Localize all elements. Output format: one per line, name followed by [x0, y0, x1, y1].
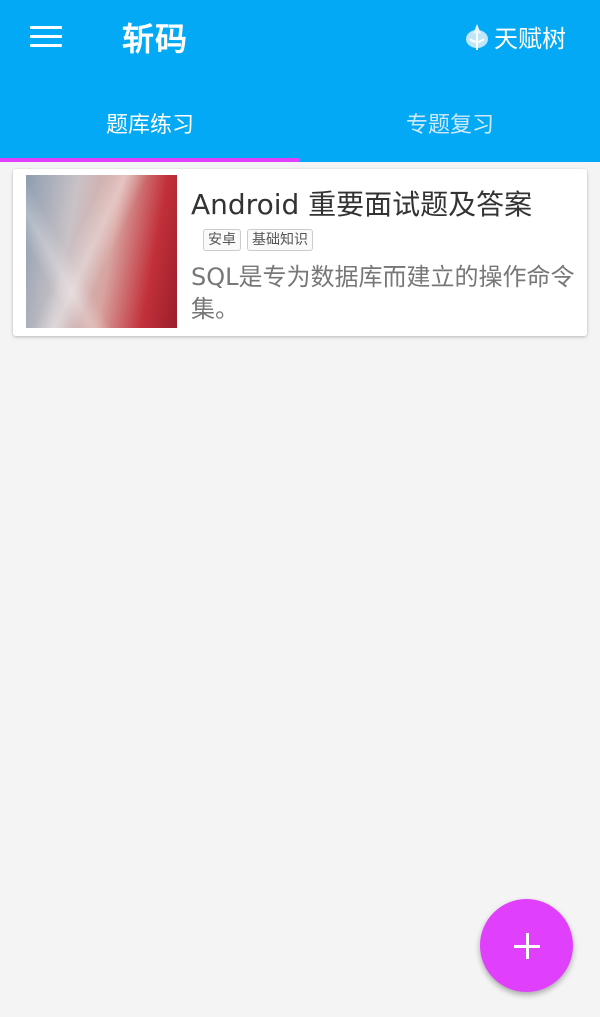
app-bar: 斩码 天赋树 题库练习 专题复习	[0, 0, 600, 162]
add-button[interactable]	[480, 899, 573, 992]
plus-icon	[513, 932, 540, 959]
tree-icon	[466, 24, 488, 50]
menu-button[interactable]	[22, 18, 70, 54]
app-title: 斩码	[122, 20, 189, 58]
card-title: Android 重要面试题及答案	[191, 188, 533, 221]
talent-tree-button[interactable]: 天赋树	[464, 18, 566, 54]
card-description: SQL是专为数据库而建立的操作命令集。	[191, 263, 575, 323]
tab-question-bank[interactable]: 题库练习	[0, 84, 300, 162]
tag: 安卓	[203, 229, 241, 251]
tag-list: 安卓 基础知识	[203, 229, 313, 251]
tab-label: 专题复习	[405, 113, 494, 138]
tab-topic-review[interactable]: 专题复习	[300, 84, 600, 162]
menu-icon	[30, 25, 62, 29]
tag: 基础知识	[247, 229, 313, 251]
talent-tree-label: 天赋树	[494, 24, 566, 53]
list-item[interactable]: Android 重要面试题及答案 安卓 基础知识 SQL是专为数据库而建立的操作…	[13, 169, 587, 336]
tab-label: 题库练习	[105, 113, 194, 138]
tab-indicator	[0, 158, 300, 162]
tab-bar: 题库练习 专题复习	[0, 84, 600, 162]
card-thumbnail	[26, 175, 177, 328]
